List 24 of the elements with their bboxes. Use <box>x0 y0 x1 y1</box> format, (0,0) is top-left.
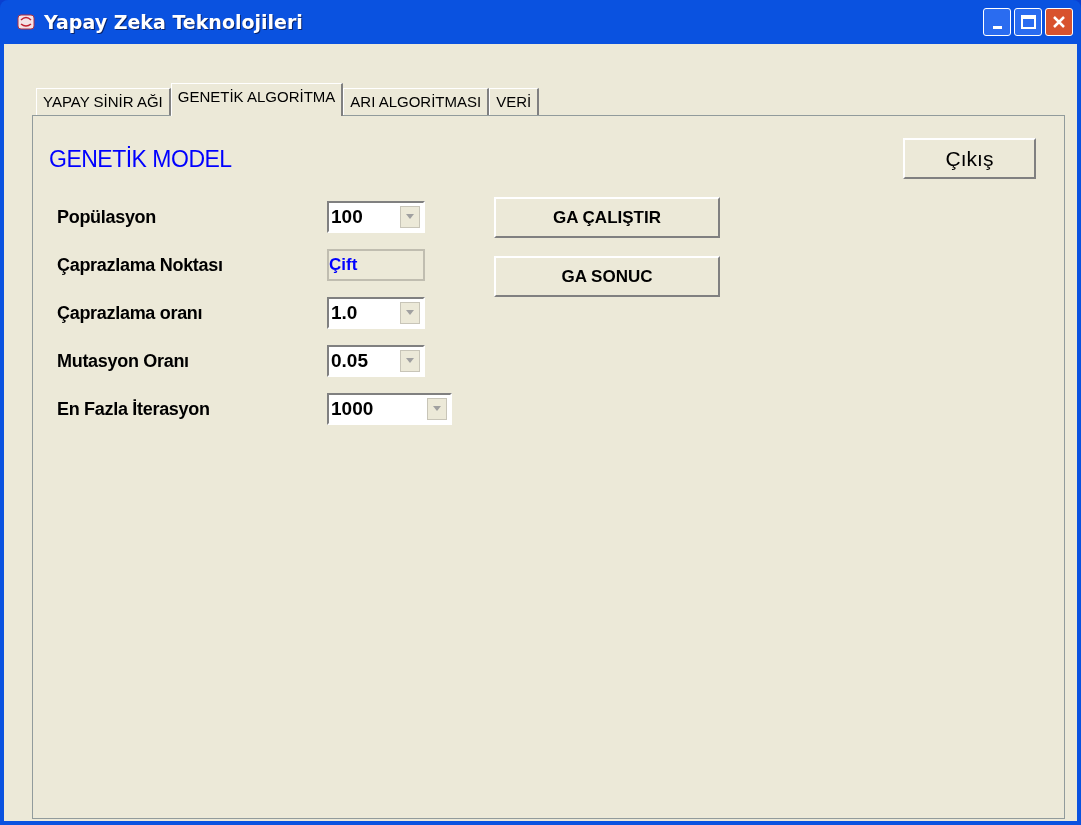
close-icon[interactable] <box>1052 15 1066 29</box>
action-button[interactable]: GA SONUC <box>494 256 720 297</box>
dropdown[interactable]: 1.0 <box>327 297 425 329</box>
action-button[interactable]: GA ÇALIŞTIR <box>494 197 720 238</box>
minimize-button[interactable] <box>983 8 1011 36</box>
field-label: En Fazla İterasyon <box>57 397 211 421</box>
section-heading: GENETİK MODEL <box>49 145 232 174</box>
app-icon <box>16 12 36 32</box>
field-label: Mutasyon Oranı <box>57 349 190 373</box>
dropdown[interactable]: 100 <box>327 201 425 233</box>
close-button[interactable] <box>1045 8 1073 36</box>
dropdown[interactable]: 0.05 <box>327 345 425 377</box>
dropdown[interactable]: 1000 <box>327 393 452 425</box>
tab[interactable]: VERİ <box>489 88 540 115</box>
tab[interactable]: GENETİK ALGORİTMA <box>170 83 344 116</box>
readonly-field[interactable]: Çift <box>327 249 425 281</box>
field-label: Popülasyon <box>57 205 157 229</box>
window-title: Yapay Zeka Teknolojileri <box>44 9 303 35</box>
field-label: Çaprazlama oranı <box>57 301 204 325</box>
tab[interactable]: ARI ALGORİTMASI <box>343 88 490 115</box>
exit-button[interactable]: Çıkış <box>903 138 1036 179</box>
field-label: Çaprazlama Noktası <box>57 253 224 277</box>
tab[interactable]: YAPAY SİNİR AĞI <box>36 88 171 115</box>
maximize-button[interactable] <box>1014 8 1042 36</box>
